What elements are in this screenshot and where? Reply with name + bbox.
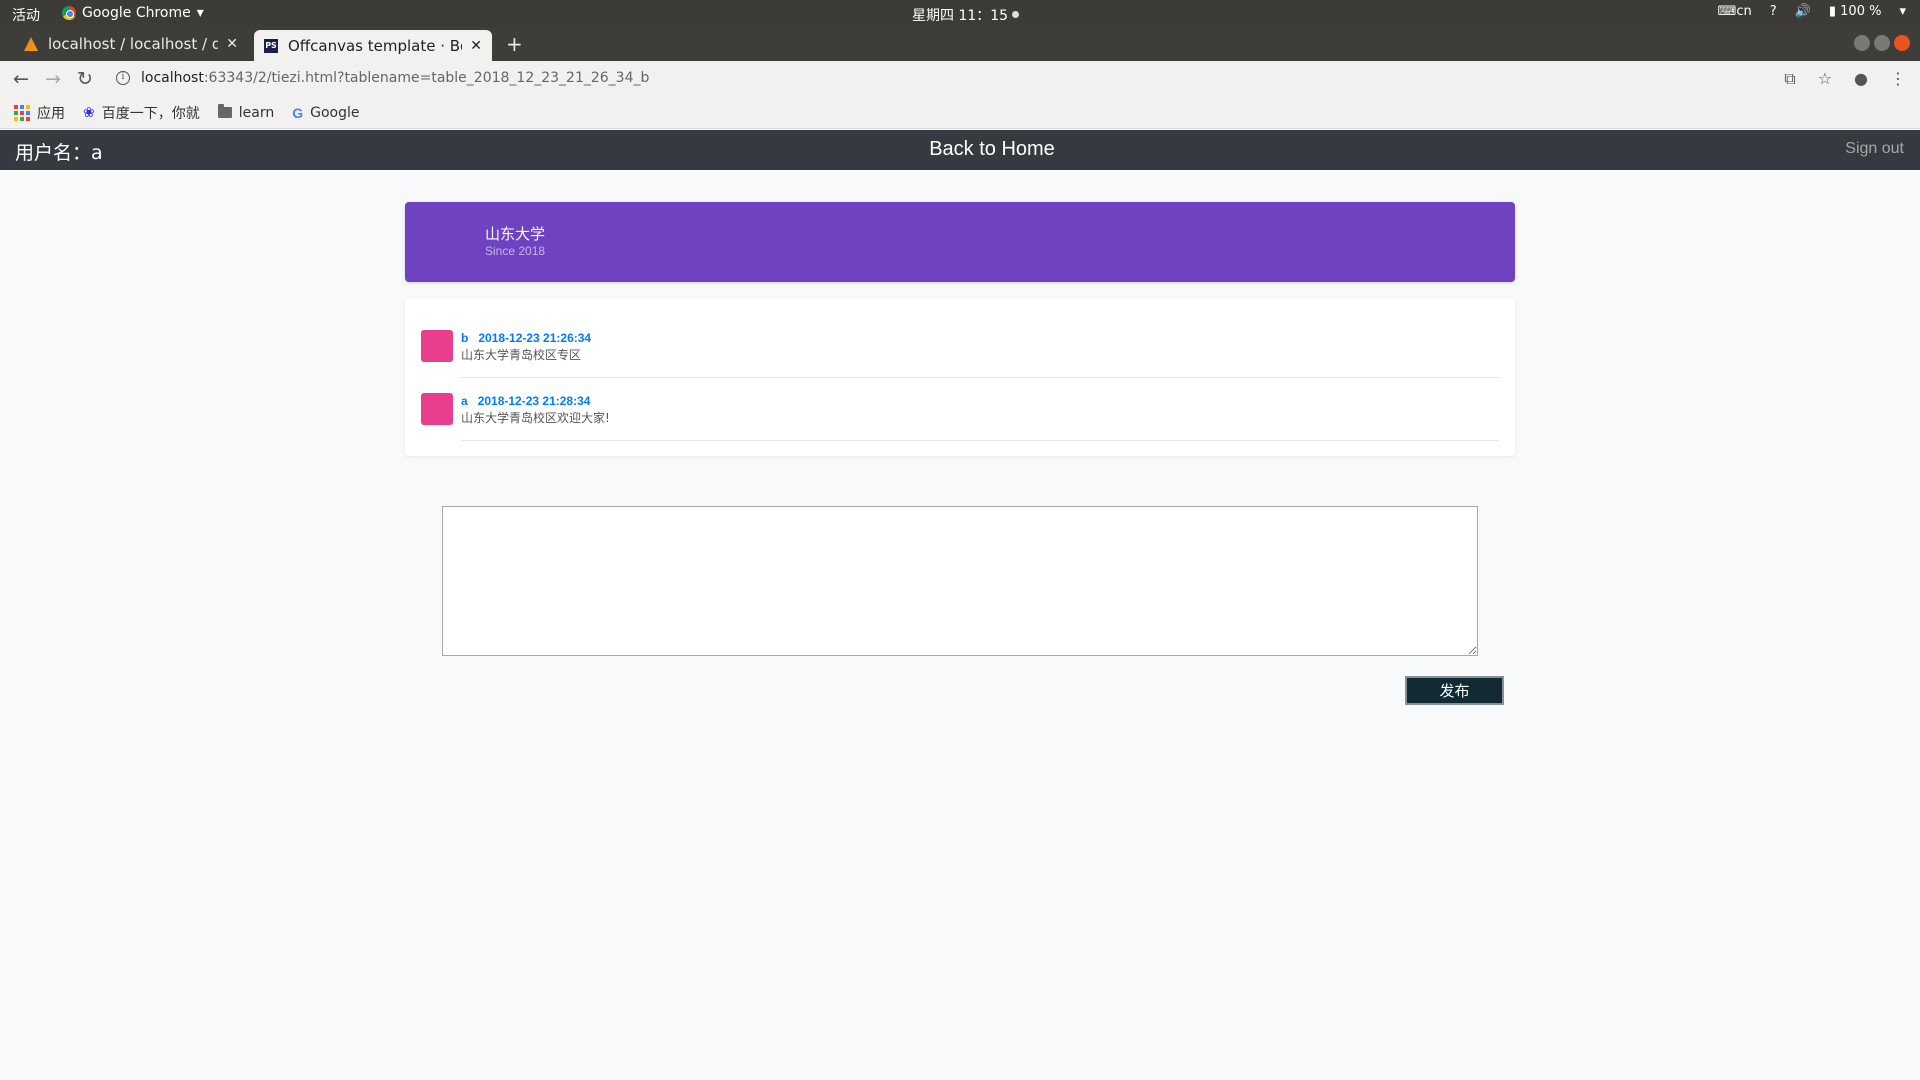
- os-top-bar: 活动 Google Chrome ▾ 星期四 11：15 ⌨cn ? 🔊 ▮ 1…: [0, 0, 1920, 27]
- bookmark-baidu[interactable]: ❀ 百度一下，你就: [83, 103, 200, 123]
- posts-card: b 2018-12-23 21:26:34 山东大学青岛校区专区 a 2018-12…: [405, 298, 1515, 456]
- forum-header: 山东大学 Since 2018: [405, 202, 1515, 282]
- caret-down-icon: ▾: [196, 5, 204, 21]
- forum-title: 山东大学: [485, 225, 546, 243]
- phpmyadmin-favicon-icon: [24, 37, 38, 51]
- close-tab-icon[interactable]: ✕: [226, 36, 238, 52]
- address-bar[interactable]: i localhost:63343/2/tiezi.html?tablename…: [116, 70, 649, 86]
- list-item: b 2018-12-23 21:26:34 山东大学青岛校区专区: [421, 330, 1499, 378]
- maximize-icon[interactable]: [1874, 35, 1890, 51]
- battery-icon: ▮: [1828, 4, 1837, 19]
- post-author: b: [461, 331, 469, 345]
- reply-textarea[interactable]: [442, 506, 1478, 656]
- clock-label: 星期四 11：15: [912, 8, 1009, 24]
- notification-dot-icon: [1012, 11, 1020, 18]
- app-menu[interactable]: Google Chrome ▾: [62, 5, 204, 21]
- phpstorm-favicon-icon: PS: [264, 38, 278, 53]
- page-navbar: 用户名：a Back to Home Sign out: [0, 130, 1920, 170]
- browser-tab-strip: localhost / localhost / dat ✕ PS Offcanv…: [0, 27, 1920, 61]
- bookmark-label: learn: [238, 104, 275, 121]
- url-path: :63343/2/tiezi.html?tablename=table_2018…: [203, 70, 650, 86]
- translate-icon[interactable]: ⧉: [1784, 69, 1795, 89]
- input-method-label: cn: [1736, 4, 1752, 19]
- post-meta: b 2018-12-23 21:26:34: [461, 331, 1499, 345]
- apps-grid-icon: [14, 104, 30, 121]
- post-body: b 2018-12-23 21:26:34 山东大学青岛校区专区: [461, 330, 1499, 378]
- back-to-home-link[interactable]: Back to Home: [0, 138, 1920, 161]
- browser-toolbar: ← → ↻ i localhost:63343/2/tiezi.html?tab…: [0, 61, 1920, 97]
- window-controls: [1854, 35, 1910, 51]
- battery-label: 100 %: [1840, 4, 1882, 19]
- reload-icon[interactable]: ↻: [74, 68, 96, 90]
- google-g-icon: G: [292, 104, 304, 121]
- system-tray[interactable]: ⌨cn ? 🔊 ▮ 100 % ▾: [1718, 4, 1906, 19]
- volume-icon[interactable]: 🔊: [1795, 4, 1811, 19]
- minimize-icon[interactable]: [1854, 35, 1870, 51]
- profile-icon[interactable]: ●: [1854, 69, 1868, 89]
- bookmarks-bar: 应用 ❀ 百度一下，你就 learn G Google: [0, 97, 1920, 129]
- bookmark-label: Google: [310, 104, 360, 121]
- avatar: [421, 393, 453, 425]
- sign-out-link[interactable]: Sign out: [1845, 140, 1904, 158]
- tab-offcanvas[interactable]: PS Offcanvas template · Boo ✕: [254, 30, 492, 61]
- tab-phpmyadmin[interactable]: localhost / localhost / dat ✕: [14, 27, 248, 61]
- publish-button[interactable]: 发布: [1405, 676, 1504, 705]
- close-tab-icon[interactable]: ✕: [470, 38, 482, 54]
- site-info-icon[interactable]: i: [116, 71, 130, 85]
- toolbar-actions: ⧉ ☆ ● ⋮: [1784, 69, 1906, 89]
- tab-title: localhost / localhost / dat: [48, 35, 219, 53]
- post-author: a: [461, 394, 468, 408]
- list-item: a 2018-12-23 21:28:34 山东大学青岛校区欢迎大家!: [421, 393, 1499, 441]
- bookmark-learn-folder[interactable]: learn: [217, 104, 275, 121]
- tab-title: Offcanvas template · Boo: [288, 36, 463, 55]
- bookmark-google[interactable]: G Google: [292, 105, 359, 121]
- power-menu-icon[interactable]: ▾: [1899, 4, 1906, 19]
- bookmark-label: 百度一下，你就: [101, 105, 200, 122]
- new-tab-button[interactable]: +: [506, 32, 523, 56]
- avatar: [421, 330, 453, 362]
- chrome-logo-icon: [62, 6, 76, 20]
- post-time: 2018-12-23 21:26:34: [478, 331, 592, 345]
- folder-icon: [217, 104, 232, 118]
- baidu-paw-icon: ❀: [83, 104, 95, 121]
- battery-indicator[interactable]: ▮ 100 %: [1829, 4, 1882, 19]
- activities-button[interactable]: 活动: [12, 5, 40, 25]
- input-method-indicator[interactable]: ⌨cn: [1718, 4, 1752, 19]
- back-arrow-icon[interactable]: ←: [10, 68, 32, 90]
- app-menu-label: Google Chrome: [82, 5, 191, 21]
- keyboard-icon: ⌨: [1717, 4, 1737, 19]
- forum-since: Since 2018: [485, 244, 546, 258]
- bookmark-apps[interactable]: 应用: [14, 103, 65, 123]
- system-clock[interactable]: 星期四 11：15: [912, 5, 1020, 25]
- post-body: a 2018-12-23 21:28:34 山东大学青岛校区欢迎大家!: [461, 393, 1499, 441]
- post-text: 山东大学青岛校区专区: [461, 348, 582, 362]
- forward-arrow-icon[interactable]: →: [42, 68, 64, 90]
- bookmark-label: 应用: [37, 105, 65, 122]
- kebab-menu-icon[interactable]: ⋮: [1890, 69, 1906, 89]
- help-icon[interactable]: ?: [1770, 4, 1777, 19]
- close-window-icon[interactable]: [1894, 35, 1910, 51]
- bookmark-star-icon[interactable]: ☆: [1818, 69, 1832, 89]
- post-text: 山东大学青岛校区欢迎大家!: [461, 411, 610, 425]
- url-host: localhost: [141, 70, 204, 86]
- post-meta: a 2018-12-23 21:28:34: [461, 394, 1499, 408]
- post-time: 2018-12-23 21:28:34: [477, 394, 591, 408]
